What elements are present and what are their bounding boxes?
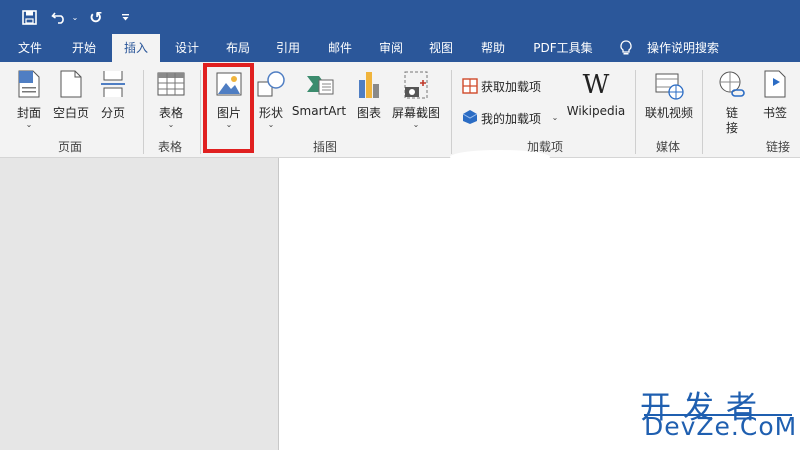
tab-design[interactable]: 设计 [166,34,208,62]
chevron-down-icon: ⌄ [551,113,559,122]
tab-pdf-tools[interactable]: PDF工具集 [528,34,598,62]
group-label-tables: 表格 [157,140,182,154]
store-icon [462,78,478,94]
watermark-line2: DevZe.CoM [644,412,798,441]
my-addins-icon [462,110,478,124]
blank-page-button[interactable]: 空白页 [50,68,92,132]
my-addins-button[interactable]: 我的加载项 ⌄ [460,107,560,127]
tab-file[interactable]: 文件 [14,34,46,62]
page-break-icon [101,71,125,97]
group-separator [702,70,703,154]
group-label-media: 媒体 [655,140,680,154]
group-separator [143,70,144,154]
link-icon [719,71,745,97]
page-break-label: 分页 [100,106,125,120]
bookmark-button[interactable]: 书签 [756,68,794,132]
shapes-button[interactable]: 形状 ⌄ [254,68,288,132]
tab-mailings[interactable]: 邮件 [320,34,360,62]
wikipedia-button[interactable]: W Wikipedia [565,68,627,132]
picture-highlight-box [203,63,254,153]
group-label-illustrations: 插图 [312,140,337,154]
undo-dropdown-icon[interactable]: ⌄ [70,7,80,27]
redo-icon[interactable]: ↺ [86,7,106,27]
online-video-button[interactable]: 联机视频 [642,68,696,132]
smartart-label: SmartArt [291,104,347,118]
tell-me-search[interactable]: 操作说明搜索 [640,34,726,62]
screenshot-button[interactable]: 屏幕截图 ⌄ [389,68,443,132]
tab-insert[interactable]: 插入 [112,34,160,62]
screenshot-label: 屏幕截图 [391,106,440,120]
tab-home[interactable]: 开始 [64,34,104,62]
group-separator [635,70,636,154]
tab-review[interactable]: 审阅 [370,34,412,62]
ribbon-tabs: 文件 开始 插入 设计 布局 引用 邮件 审阅 视图 帮助 PDF工具集 操作说… [0,34,800,62]
page-smudge [450,150,550,164]
shapes-icon [257,71,285,97]
table-button[interactable]: 表格 ⌄ [152,68,190,132]
lightbulb-icon [620,40,632,55]
cover-page-label: 封面 [16,106,41,120]
tab-references[interactable]: 引用 [268,34,308,62]
bookmark-label: 书签 [762,106,787,120]
online-video-icon [655,73,684,100]
chevron-down-icon: ⌄ [25,120,33,129]
screenshot-icon [404,71,428,99]
online-video-label: 联机视频 [644,106,693,120]
get-addins-label: 获取加载项 [481,80,542,94]
chart-icon [359,72,379,98]
tab-help[interactable]: 帮助 [472,34,514,62]
group-separator [451,70,452,154]
shapes-label: 形状 [258,106,283,120]
save-icon[interactable] [18,7,40,27]
wikipedia-icon: W [582,70,610,100]
chart-button[interactable]: 图表 [352,68,386,132]
cover-page-button[interactable]: 封面 ⌄ [10,68,48,132]
title-bar: ⌄ ↺ [0,0,800,34]
group-separator [200,70,201,154]
blank-page-icon [60,70,82,98]
tab-view[interactable]: 视图 [421,34,461,62]
bookmark-icon [764,70,786,98]
link-label-line2: 接 [725,121,738,135]
chevron-down-icon: ⌄ [412,120,420,129]
tab-layout[interactable]: 布局 [218,34,258,62]
group-label-links: 链接 [765,140,790,154]
undo-icon[interactable] [48,7,70,27]
table-icon [157,72,185,96]
cover-page-icon [18,70,40,98]
my-addins-label: 我的加载项 [481,112,542,126]
customize-toolbar-icon[interactable] [119,7,131,27]
chevron-down-icon: ⌄ [167,120,175,129]
page-break-button[interactable]: 分页 [94,68,132,132]
smartart-icon [307,76,334,95]
chevron-down-icon: ⌄ [267,120,275,129]
blank-page-label: 空白页 [52,106,89,120]
get-addins-button[interactable]: 获取加载项 [460,76,550,96]
chart-label: 图表 [356,106,381,120]
smartart-button[interactable]: SmartArt [291,68,347,132]
wikipedia-label: Wikipedia [566,104,626,118]
link-button[interactable]: 链 接 [712,68,752,138]
group-label-pages: 页面 [57,140,82,154]
table-label: 表格 [158,106,183,120]
